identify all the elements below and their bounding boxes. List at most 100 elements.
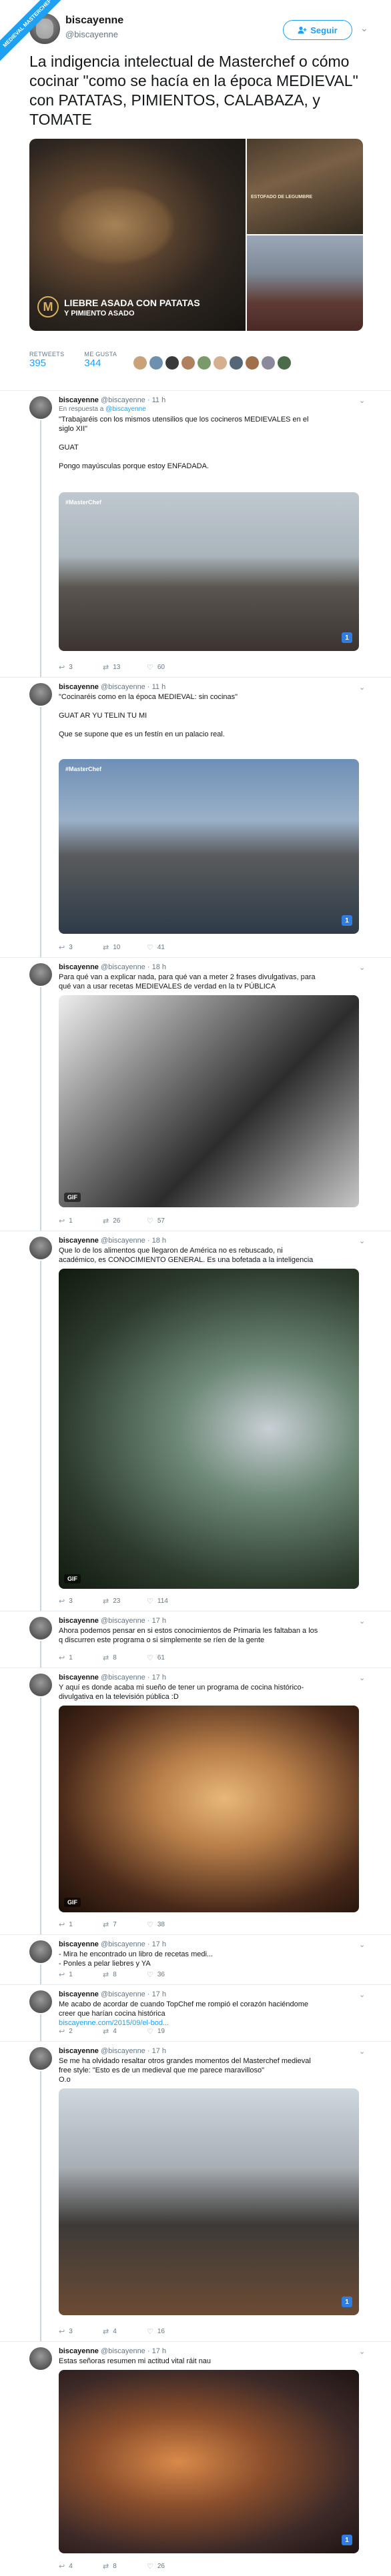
author-name[interactable]: biscayenne bbox=[59, 1990, 99, 1998]
like-button[interactable]: ♡ 57 bbox=[147, 1217, 191, 1225]
reply-tweet[interactable]: biscayenne @biscayenne · 17 h ⌄ Ahora pod… bbox=[0, 1611, 391, 1668]
chevron-down-icon[interactable]: ⌄ bbox=[359, 963, 365, 972]
liker-avatar[interactable] bbox=[181, 356, 195, 370]
chevron-down-icon[interactable]: ⌄ bbox=[359, 1237, 365, 1245]
liker-avatar[interactable] bbox=[214, 356, 227, 370]
author-handle[interactable]: @biscayenne bbox=[101, 1617, 145, 1625]
liker-avatar[interactable] bbox=[149, 356, 163, 370]
author-name[interactable]: biscayenne bbox=[59, 1940, 99, 1948]
retweet-button[interactable]: ⇄ 4 bbox=[103, 2327, 147, 2336]
media-photo-2[interactable]: ESTOFADO DE LEGUMBRE bbox=[247, 139, 363, 234]
reply-tweet[interactable]: biscayenne @biscayenne · 17 h ⌄ - Mira he… bbox=[0, 1934, 391, 1985]
author-name[interactable]: biscayenne bbox=[59, 683, 99, 691]
reply-button[interactable]: ↩ 2 bbox=[59, 2027, 103, 2036]
reply-button[interactable]: ↩ 4 bbox=[59, 2562, 103, 2571]
tweet-media[interactable]: M LIEBRE ASADA CON PATATAS Y PIMIENTO AS… bbox=[29, 139, 363, 331]
retweet-button[interactable]: ⇄ 23 bbox=[103, 1597, 147, 1605]
retweet-button[interactable]: ⇄ 8 bbox=[103, 2562, 147, 2571]
chevron-down-icon[interactable]: ⌄ bbox=[359, 2347, 365, 2356]
reply-button[interactable]: ↩ 1 bbox=[59, 1217, 103, 1225]
reply-button[interactable]: ↩ 1 bbox=[59, 1970, 103, 1979]
like-button[interactable]: ♡ 36 bbox=[147, 1970, 191, 1979]
reply-button[interactable]: ↩ 1 bbox=[59, 1654, 103, 1662]
retweet-button[interactable]: ⇄ 10 bbox=[103, 943, 147, 952]
reply-tweet[interactable]: biscayenne @biscayenne · 17 h ⌄ Me acabo … bbox=[0, 1984, 391, 2042]
chevron-down-icon[interactable]: ⌄ bbox=[359, 1940, 365, 1949]
avatar[interactable] bbox=[29, 1674, 52, 1696]
timestamp[interactable]: · 17 h bbox=[147, 1940, 166, 1948]
reply-tweet[interactable]: biscayenne @biscayenne · 18 h ⌄ Para qué … bbox=[0, 957, 391, 1231]
in-reply-handle[interactable]: @biscayenne bbox=[105, 406, 146, 413]
timestamp[interactable]: · 11 h bbox=[147, 396, 165, 404]
media-photo-3[interactable] bbox=[247, 235, 363, 331]
author-name[interactable]: biscayenne bbox=[59, 2047, 99, 2055]
like-button[interactable]: ♡ 19 bbox=[147, 2027, 191, 2036]
timestamp[interactable]: · 17 h bbox=[147, 1674, 166, 1682]
avatar[interactable] bbox=[29, 396, 52, 419]
reply-media[interactable]: 1 bbox=[59, 2088, 359, 2315]
author-handle[interactable]: @biscayenne bbox=[101, 1990, 145, 1998]
like-button[interactable]: ♡ 60 bbox=[147, 663, 191, 672]
author-handle[interactable]: @biscayenne bbox=[101, 1674, 145, 1682]
chevron-down-icon[interactable]: ⌄ bbox=[359, 1617, 365, 1626]
like-button[interactable]: ♡ 26 bbox=[147, 2562, 191, 2571]
author-name[interactable]: biscayenne bbox=[59, 396, 99, 404]
liker-avatar[interactable] bbox=[230, 356, 243, 370]
avatar[interactable] bbox=[29, 1237, 52, 1259]
reply-link[interactable]: biscayenne.com/2015/09/el-bod... bbox=[59, 2018, 359, 2028]
like-button[interactable]: ♡ 41 bbox=[147, 943, 191, 952]
reply-media[interactable]: GIF bbox=[59, 1706, 359, 1912]
liker-avatar[interactable] bbox=[133, 356, 147, 370]
liker-avatar[interactable] bbox=[278, 356, 291, 370]
reply-media[interactable]: 1 bbox=[59, 2370, 359, 2553]
avatar[interactable] bbox=[29, 2347, 52, 2370]
reply-button[interactable]: ↩ 3 bbox=[59, 663, 103, 672]
reply-tweet[interactable]: biscayenne @biscayenne · 11 h ⌄ "Cocinaré… bbox=[0, 677, 391, 958]
timestamp[interactable]: · 17 h bbox=[147, 2347, 166, 2355]
reply-tweet[interactable]: biscayenne @biscayenne · 11 h ⌄ En respu… bbox=[0, 390, 391, 678]
reply-button[interactable]: ↩ 1 bbox=[59, 1920, 103, 1929]
reply-button[interactable]: ↩ 3 bbox=[59, 943, 103, 952]
author-handle[interactable]: @biscayenne bbox=[101, 2047, 145, 2055]
avatar[interactable] bbox=[29, 2047, 52, 2070]
like-button[interactable]: ♡ 16 bbox=[147, 2327, 191, 2336]
author-name[interactable]: biscayenne bbox=[59, 1237, 99, 1245]
retweet-button[interactable]: ⇄ 4 bbox=[103, 2027, 147, 2036]
retweet-button[interactable]: ⇄ 8 bbox=[103, 1970, 147, 1979]
author-name[interactable]: biscayenne bbox=[59, 2347, 99, 2355]
avatar[interactable] bbox=[29, 1940, 52, 1963]
author-name[interactable]: biscayenne bbox=[59, 1674, 99, 1682]
liker-avatar[interactable] bbox=[246, 356, 259, 370]
chevron-down-icon[interactable]: ⌄ bbox=[359, 1990, 365, 1999]
like-button[interactable]: ♡ 114 bbox=[147, 1597, 191, 1605]
reply-media[interactable]: #MasterChef 1 bbox=[59, 492, 359, 651]
reply-media[interactable]: GIF bbox=[59, 995, 359, 1207]
author-handle[interactable]: @biscayenne bbox=[101, 963, 145, 971]
liker-avatar[interactable] bbox=[165, 356, 179, 370]
avatar[interactable] bbox=[29, 963, 52, 986]
reply-button[interactable]: ↩ 3 bbox=[59, 2327, 103, 2336]
author-handle[interactable]: @biscayenne bbox=[101, 1237, 145, 1245]
reply-media[interactable]: GIF bbox=[59, 1269, 359, 1589]
like-button[interactable]: ♡ 61 bbox=[147, 1654, 191, 1662]
author-name[interactable]: biscayenne bbox=[59, 1617, 99, 1625]
reply-tweet[interactable]: biscayenne @biscayenne · 18 h ⌄ Que lo de… bbox=[0, 1231, 391, 1612]
avatar[interactable] bbox=[29, 683, 52, 706]
author-handle[interactable]: @biscayenne bbox=[101, 1940, 145, 1948]
retweet-button[interactable]: ⇄ 8 bbox=[103, 1654, 147, 1662]
likes-stat[interactable]: ME GUSTA 344 bbox=[84, 351, 117, 369]
timestamp[interactable]: · 11 h bbox=[147, 683, 165, 691]
author-name[interactable]: biscayenne bbox=[59, 963, 99, 971]
reply-tweet[interactable]: biscayenne @biscayenne · 17 h ⌄ Estas señ… bbox=[0, 2341, 391, 2576]
liker-avatar[interactable] bbox=[198, 356, 211, 370]
reply-tweet[interactable]: biscayenne @biscayenne · 17 h ⌄ Se me ha … bbox=[0, 2041, 391, 2342]
reply-button[interactable]: ↩ 3 bbox=[59, 1597, 103, 1605]
retweet-button[interactable]: ⇄ 26 bbox=[103, 1217, 147, 1225]
author-handle[interactable]: @biscayenne bbox=[101, 2347, 145, 2355]
chevron-down-icon[interactable]: ⌄ bbox=[359, 2047, 365, 2056]
reply-tweet[interactable]: biscayenne @biscayenne · 17 h ⌄ Y aquí es… bbox=[0, 1668, 391, 1935]
media-photo-main[interactable]: M LIEBRE ASADA CON PATATAS Y PIMIENTO AS… bbox=[29, 139, 246, 331]
timestamp[interactable]: · 18 h bbox=[147, 1237, 166, 1245]
retweets-stat[interactable]: RETWEETS 395 bbox=[29, 351, 64, 369]
timestamp[interactable]: · 17 h bbox=[147, 1617, 166, 1625]
